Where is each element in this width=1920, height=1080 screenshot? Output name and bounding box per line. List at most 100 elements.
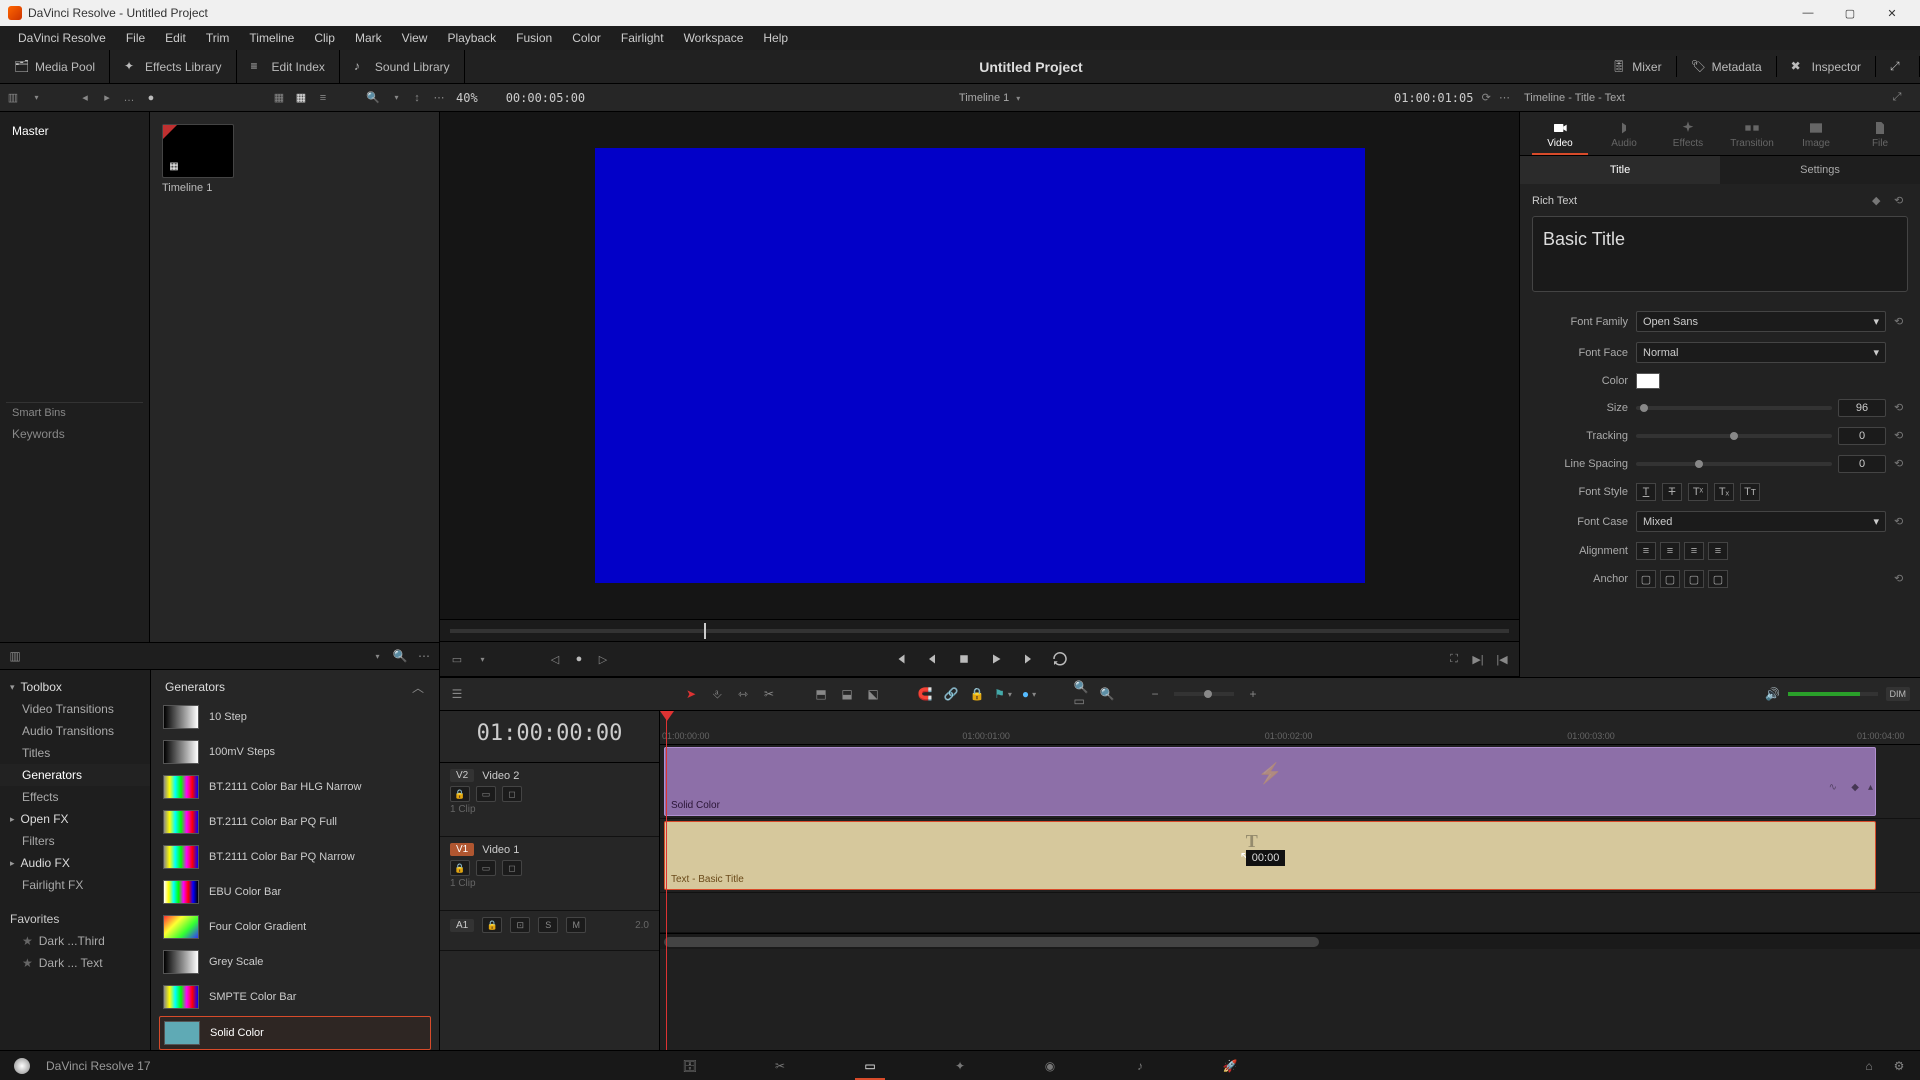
reset-icon[interactable]: ⟲ [1894,572,1908,586]
track-mute-button[interactable]: ◻ [502,860,522,876]
inspector-tab-image[interactable]: Image [1788,116,1844,155]
menu-file[interactable]: File [116,29,155,47]
reset-icon[interactable]: ⟲ [1894,194,1908,208]
keyframe-arrow-icon[interactable]: ▴ [1868,782,1873,793]
dim-badge[interactable]: DIM [1886,687,1911,701]
collapse-icon[interactable]: ︿ [411,680,425,694]
snap-icon[interactable]: 🧲 [918,687,932,701]
track-head-v1[interactable]: V1Video 1 🔒▭◻ 1 Clip [440,837,659,911]
track-v1[interactable]: T ↖ 00:00 Text - Basic Title [660,819,1920,893]
fullscreen-icon[interactable]: ⛶ [1447,652,1461,666]
metadata-toggle[interactable]: 🏷Metadata [1683,56,1770,77]
color-picker[interactable] [1636,373,1660,389]
zoom-percent[interactable]: 40% [456,91,478,105]
reset-icon[interactable]: ⟲ [1894,515,1908,529]
generator-smpte-colorbar[interactable]: SMPTE Color Bar [159,981,431,1013]
marker-dropdown[interactable]: ● [1022,687,1036,701]
scrub-track[interactable] [450,629,1509,633]
loop-button[interactable] [1051,650,1069,668]
trim-tool[interactable]: ⎀ [710,687,724,701]
node-audio-transitions[interactable]: Audio Transitions [0,720,150,742]
pool-split-icon[interactable]: ▥ [6,91,20,105]
size-slider[interactable] [1636,406,1832,410]
line-spacing-slider[interactable] [1636,462,1832,466]
slider-knob[interactable] [1640,404,1648,412]
openfx-header[interactable]: Open FX [0,808,150,830]
inspector-tab-file[interactable]: File [1852,116,1908,155]
edit-index-toggle[interactable]: ≡ Edit Index [243,56,333,77]
timeline-tracks[interactable]: 01:00:00:00 01:00:01:00 01:00:02:00 01:0… [660,711,1920,1050]
node-video-transitions[interactable]: Video Transitions [0,698,150,720]
inspector-tab-video[interactable]: Video [1532,116,1588,155]
grid-view-icon[interactable]: ▦ [294,91,308,105]
in-out-icon[interactable]: ▭ [450,652,464,666]
font-face-dropdown[interactable]: Normal▾ [1636,342,1886,363]
mixer-toggle[interactable]: 🎚Mixer [1603,56,1669,77]
clip-solid-color[interactable]: ⚡ ∿ ◆ ▴ Solid Color [664,747,1876,816]
keyframe-diamond-icon[interactable]: ◆ [1851,782,1859,793]
project-settings-icon[interactable]: ⚙ [1892,1059,1906,1073]
underline-button[interactable]: T [1636,483,1656,501]
page-deliver[interactable]: 🚀 [1220,1056,1240,1076]
next-edit-icon[interactable]: ▶| [1471,652,1485,666]
favorite-1[interactable]: ★Dark ...Third [0,930,150,952]
anchor-tc-button[interactable]: ▢ [1660,570,1680,588]
timeline-name-dropdown[interactable]: Timeline 1 [959,92,1020,104]
subtab-title[interactable]: Title [1520,156,1720,184]
menu-help[interactable]: Help [753,29,798,47]
page-fairlight[interactable]: ♪ [1130,1056,1150,1076]
curve-icon[interactable]: ∿ [1829,782,1837,793]
font-case-dropdown[interactable]: Mixed▾ [1636,511,1886,532]
generator-ebu-colorbar[interactable]: EBU Color Bar [159,876,431,908]
match-frame-prev-icon[interactable]: ◁ [548,652,562,666]
prev-edit-icon[interactable]: |◀ [1495,652,1509,666]
align-justify-button[interactable]: ≡ [1708,542,1728,560]
track-enable-button[interactable]: ▭ [476,860,496,876]
superscript-button[interactable]: Tˣ [1688,483,1708,501]
viewer-scrubber[interactable] [440,619,1519,641]
inspector-toggle[interactable]: ✖Inspector [1783,56,1869,77]
jump-start-button[interactable] [891,650,909,668]
audio-lock-icon[interactable]: 🔒 [482,917,502,933]
playhead-flag[interactable] [660,711,674,721]
slider-knob[interactable] [1730,432,1738,440]
replace-icon[interactable]: ⬕ [866,687,880,701]
generator-bt2111-pq-narrow[interactable]: BT.2111 Color Bar PQ Narrow [159,841,431,873]
playhead-line[interactable] [666,711,667,1050]
menu-workspace[interactable]: Workspace [674,29,754,47]
blade-tool[interactable]: ✂ [762,687,776,701]
sound-library-toggle[interactable]: ♪ Sound Library [346,56,458,77]
effects-search-icon[interactable]: 🔍 [393,649,407,663]
tracking-slider[interactable] [1636,434,1832,438]
anchor-tr-button[interactable]: ▢ [1684,570,1704,588]
expand-button[interactable]: ⤢ [1882,56,1913,77]
reset-icon[interactable]: ⟲ [1894,457,1908,471]
record-icon[interactable]: ● [144,91,158,105]
subtab-settings[interactable]: Settings [1720,156,1920,184]
prev-frame-button[interactable] [923,650,941,668]
pool-options-dropdown[interactable] [28,91,42,105]
generator-100mv-steps[interactable]: 100mV Steps [159,736,431,768]
generator-10-step[interactable]: 10 Step [159,701,431,733]
slider-knob[interactable] [1204,690,1212,698]
nav-back-button[interactable]: ◂ [78,91,92,105]
node-fairlightfx[interactable]: Fairlight FX [0,874,150,896]
generator-solid-color[interactable]: Solid Color [159,1016,431,1050]
in-out-options[interactable] [474,652,488,666]
stop-button[interactable] [955,650,973,668]
smallcaps-button[interactable]: Tᴛ [1740,483,1760,501]
zoom-in-icon[interactable]: + [1246,687,1260,701]
thumb-view-icon[interactable]: ▦ [272,91,286,105]
generator-four-color-gradient[interactable]: Four Color Gradient [159,911,431,943]
menu-trim[interactable]: Trim [196,29,240,47]
page-cut[interactable]: ✂ [770,1056,790,1076]
speaker-icon[interactable]: 🔊 [1766,687,1780,701]
v2-label[interactable]: V2 [450,769,474,782]
next-frame-button[interactable] [1019,650,1037,668]
zoom-out-icon[interactable]: − [1148,687,1162,701]
play-button[interactable] [987,650,1005,668]
list-view-icon[interactable]: ≡ [316,91,330,105]
anchor-tl-button[interactable]: ▢ [1636,570,1656,588]
tracking-input[interactable]: 0 [1838,427,1886,445]
dynamic-trim-tool[interactable]: ⇿ [736,687,750,701]
